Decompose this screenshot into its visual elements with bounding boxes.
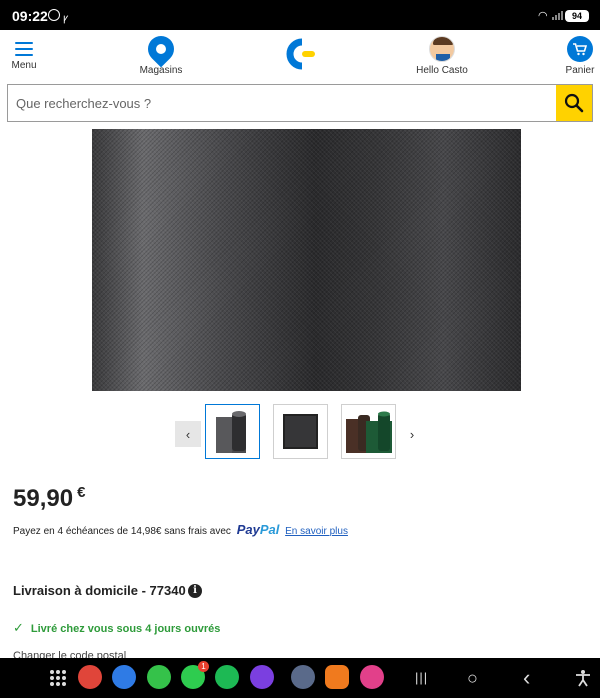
- gallery-app-icon[interactable]: [360, 665, 384, 689]
- contacts-app-icon[interactable]: [78, 665, 102, 689]
- menu-button[interactable]: Menu: [8, 34, 40, 71]
- location-pin-icon: [142, 30, 180, 68]
- accessibility-icon[interactable]: [575, 669, 591, 687]
- battery-indicator: 94: [565, 10, 589, 22]
- back-button[interactable]: ‹: [523, 667, 530, 689]
- installments-info: Payez en 4 échéances de 14,98€ sans frai…: [13, 522, 348, 537]
- search-bar: [7, 84, 593, 122]
- status-bar: 09:22 ꝩ ◠ 94: [0, 0, 600, 30]
- delivery-status: ✓ Livré chez vous sous 4 jours ouvrés: [13, 620, 220, 636]
- hamburger-icon: [15, 42, 33, 56]
- camera-app-icon[interactable]: [291, 665, 315, 689]
- thumbnail-prev-button[interactable]: ‹: [175, 421, 201, 447]
- system-dock: 1 ||| ○ ‹: [0, 658, 600, 698]
- avatar: [429, 36, 455, 62]
- price-value: 59,90: [13, 485, 74, 512]
- cart-button[interactable]: Panier: [563, 34, 597, 76]
- wifi-icon: ◠: [538, 10, 548, 22]
- product-price: 59,90 €: [13, 484, 85, 513]
- whatsapp-notification-icon: [48, 9, 60, 21]
- installments-text: Payez en 4 échéances de 14,98€ sans frai…: [13, 526, 231, 537]
- check-icon: ✓: [13, 620, 24, 635]
- thumbnail-1[interactable]: [205, 404, 260, 459]
- search-icon: [564, 93, 584, 113]
- browser-app-icon[interactable]: [250, 665, 274, 689]
- info-icon[interactable]: i: [188, 584, 202, 598]
- phone-app-icon[interactable]: [215, 665, 239, 689]
- shopping-app-icon[interactable]: [325, 665, 349, 689]
- cart-icon: [567, 36, 593, 62]
- cart-label: Panier: [565, 65, 595, 76]
- search-button[interactable]: [556, 85, 592, 121]
- clock: 09:22: [12, 8, 48, 24]
- stores-button[interactable]: Magasins: [138, 30, 184, 76]
- product-main-image[interactable]: [92, 129, 521, 391]
- messages-app-icon[interactable]: [112, 665, 136, 689]
- menu-label: Menu: [11, 60, 37, 71]
- thumbnail-3[interactable]: [341, 404, 396, 459]
- hello-label: Hello Casto: [416, 65, 468, 76]
- wechat-app-icon[interactable]: [147, 665, 171, 689]
- app-header: Menu Magasins Hello Casto Panier: [0, 30, 600, 80]
- thumbnail-2[interactable]: [273, 404, 328, 459]
- recents-button[interactable]: |||: [415, 668, 428, 688]
- notification-icon: ꝩ: [63, 13, 69, 24]
- signal-icon: [552, 10, 563, 20]
- search-input[interactable]: [8, 85, 556, 121]
- price-currency: €: [77, 484, 86, 501]
- learn-more-link[interactable]: En savoir plus: [285, 526, 348, 537]
- account-button[interactable]: Hello Casto: [414, 34, 470, 76]
- app-drawer-icon[interactable]: [50, 670, 66, 686]
- delivery-title: Livraison à domicile - 77340: [13, 583, 186, 598]
- notification-badge: 1: [198, 661, 209, 672]
- thumbnail-next-button[interactable]: ›: [402, 421, 422, 447]
- home-button[interactable]: ○: [467, 668, 478, 688]
- castorama-logo[interactable]: [280, 37, 320, 71]
- paypal-logo: PayPal: [236, 522, 280, 537]
- delivery-status-text: Livré chez vous sous 4 jours ouvrés: [30, 623, 221, 635]
